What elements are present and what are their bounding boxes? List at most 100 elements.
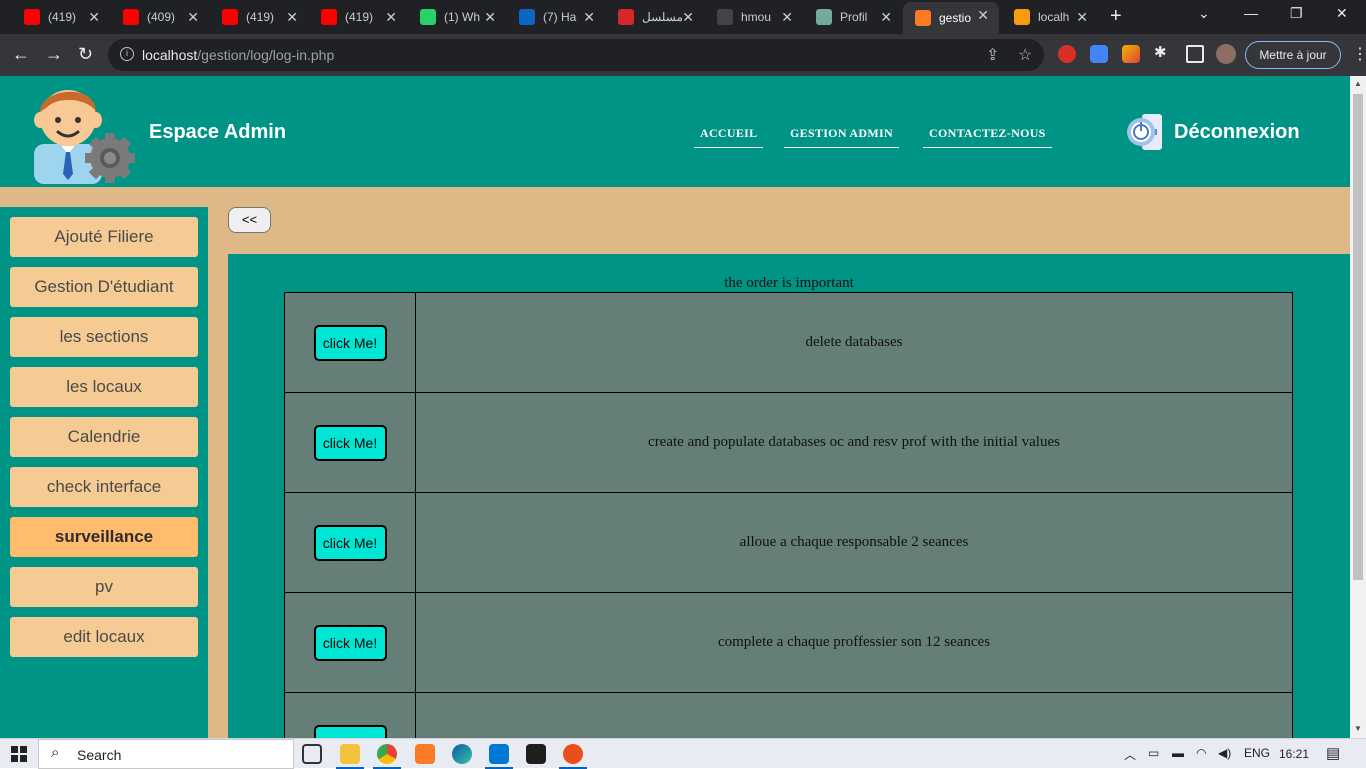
main-content: the order is important click Me! delete d… (228, 254, 1350, 738)
youtube-icon (222, 9, 238, 25)
language-indicator[interactable]: ENG (1244, 746, 1270, 760)
browser-tab[interactable]: localh ✕ (1002, 4, 1098, 30)
tab-title: (409) (147, 10, 176, 24)
click-me-button[interactable]: click Me! (313, 424, 387, 461)
tab-close-icon[interactable]: ✕ (682, 9, 694, 26)
windows-start-icon[interactable] (11, 746, 27, 762)
extensions-puzzle-icon[interactable]: ✱ (1154, 43, 1172, 61)
sidebar-item[interactable]: les sections (10, 317, 198, 357)
taskbar-clock[interactable]: 16:21 (1279, 747, 1309, 761)
tab-close-icon[interactable]: ✕ (781, 9, 793, 26)
battery-icon[interactable]: ▬ (1172, 746, 1184, 760)
xampp-taskbar-icon[interactable] (415, 744, 435, 764)
tab-close-icon[interactable]: ✕ (385, 9, 397, 26)
browser-tab[interactable]: (419) ✕ (210, 4, 308, 30)
tab-title: localh (1038, 10, 1070, 24)
scroll-up-arrow-icon[interactable]: ▲ (1354, 79, 1362, 88)
browser-tab[interactable]: (419) ✕ (309, 4, 407, 30)
tab-close-icon[interactable]: ✕ (977, 7, 989, 24)
chrome-menu-icon[interactable]: ⋮ (1352, 44, 1366, 64)
tab-close-icon[interactable]: ✕ (583, 9, 595, 26)
url-text[interactable]: localhost/gestion/log/log-in.php (142, 47, 334, 63)
forward-arrow-icon[interactable]: → (45, 44, 63, 65)
new-tab-button[interactable]: + (1110, 5, 1122, 28)
tab-close-icon[interactable]: ✕ (880, 9, 892, 26)
sidebar-item[interactable]: pv (10, 567, 198, 607)
browser-tab[interactable]: (7) Ha ✕ (507, 4, 605, 30)
minimize-icon[interactable]: — (1244, 5, 1258, 21)
heart-icon (618, 9, 634, 25)
sidebar-item[interactable]: Calendrie (10, 417, 198, 457)
vscode-taskbar-icon[interactable] (485, 744, 513, 769)
back-arrow-icon[interactable]: ← (12, 44, 30, 65)
browser-tab[interactable]: Profil ✕ (804, 4, 902, 30)
scroll-thumb[interactable] (1353, 94, 1363, 580)
scroll-down-arrow-icon[interactable]: ▼ (1354, 724, 1362, 733)
sidebar-item[interactable]: Gestion D'étudiant (10, 267, 198, 307)
tab-close-icon[interactable]: ✕ (187, 9, 199, 26)
nav-gestion-admin[interactable]: GESTION ADMIN (784, 126, 899, 148)
task-view-icon[interactable] (302, 744, 322, 764)
step-description: alloue a chaque responsable 2 seances (415, 492, 1293, 593)
table-row: click Me! (284, 692, 1293, 738)
maximize-icon[interactable]: ❐ (1290, 5, 1303, 22)
click-me-button[interactable]: click Me! (313, 324, 387, 361)
share-icon[interactable]: ⇪ (986, 45, 999, 65)
update-chrome-button[interactable]: Mettre à jour (1245, 41, 1341, 69)
wifi-icon[interactable]: ◠ (1196, 746, 1206, 760)
tab-close-icon[interactable]: ✕ (1076, 9, 1088, 26)
volume-icon[interactable]: ◀) (1218, 746, 1231, 760)
page-scrollbar[interactable]: ▲ ▼ (1350, 76, 1366, 738)
table-caption: the order is important (724, 275, 854, 291)
postman-taskbar-icon[interactable] (559, 744, 587, 769)
tray-chevron-icon[interactable]: ︿ (1124, 746, 1136, 763)
browser-tab[interactable]: مسلسل ✕ (606, 4, 704, 30)
browser-tab[interactable]: gestio ✕ (903, 2, 999, 34)
translate-extension-icon[interactable] (1090, 45, 1108, 63)
notifications-icon[interactable]: ▤ (1326, 744, 1340, 762)
tab-close-icon[interactable]: ✕ (286, 9, 298, 26)
file-explorer-icon[interactable] (336, 744, 364, 769)
click-me-button[interactable]: click Me! (313, 624, 387, 661)
tab-close-icon[interactable]: ✕ (88, 9, 100, 26)
step-description (415, 692, 1293, 738)
browser-tab[interactable]: (419) ✕ (12, 4, 110, 30)
side-panel-icon[interactable] (1186, 45, 1204, 63)
color-picker-extension-icon[interactable] (1122, 45, 1140, 63)
sidebar-item[interactable]: surveillance (10, 517, 198, 557)
extension-red-icon[interactable] (1058, 45, 1076, 63)
phpmyadmin-icon (1014, 9, 1030, 25)
sidebar-item[interactable]: check interface (10, 467, 198, 507)
logout-button[interactable]: Déconnexion (1124, 112, 1300, 152)
back-button[interactable]: << (228, 207, 271, 233)
browser-tab[interactable]: (1) Wh ✕ (408, 4, 506, 30)
tab-title: (419) (246, 10, 275, 24)
nav-accueil[interactable]: ACCUEIL (694, 126, 764, 148)
table-row: click Me! complete a chaque proffessier s… (284, 592, 1293, 693)
browser-tab[interactable]: hmou ✕ (705, 4, 803, 30)
profile-avatar[interactable] (1216, 44, 1236, 64)
terminal-taskbar-icon[interactable] (526, 744, 546, 764)
tab-close-icon[interactable]: ✕ (484, 9, 496, 26)
tab-search-icon[interactable]: ⌄ (1198, 5, 1210, 22)
site-header: Espace Admin ACCUEIL GESTION ADMIN CONTA… (0, 76, 1350, 187)
chrome-taskbar-icon[interactable] (373, 744, 401, 769)
tray-device-icon[interactable]: ▭ (1148, 746, 1159, 760)
sidebar-item[interactable]: Ajouté Filiere (10, 217, 198, 257)
nav-contactez-nous[interactable]: CONTACTEZ-NOUS (923, 126, 1052, 148)
close-window-icon[interactable]: ✕ (1336, 5, 1348, 22)
sidebar-item[interactable]: edit locaux (10, 617, 198, 657)
tab-title: (1) Wh (444, 10, 480, 24)
site-info-icon[interactable]: i (120, 47, 134, 61)
tab-title: (419) (48, 10, 77, 24)
edge-taskbar-icon[interactable] (452, 744, 472, 764)
reload-icon[interactable]: ↻ (78, 44, 93, 65)
address-bar[interactable]: i localhost/gestion/log/log-in.php ⇪ ☆ (108, 39, 1044, 71)
sidebar-item[interactable]: les locaux (10, 367, 198, 407)
whatsapp-icon (420, 9, 436, 25)
taskbar-search[interactable]: ⌕ Search (38, 739, 294, 769)
click-me-button[interactable]: click Me! (313, 724, 387, 738)
bookmark-star-icon[interactable]: ☆ (1018, 45, 1032, 65)
browser-tab[interactable]: (409) ✕ (111, 4, 209, 30)
click-me-button[interactable]: click Me! (313, 524, 387, 561)
